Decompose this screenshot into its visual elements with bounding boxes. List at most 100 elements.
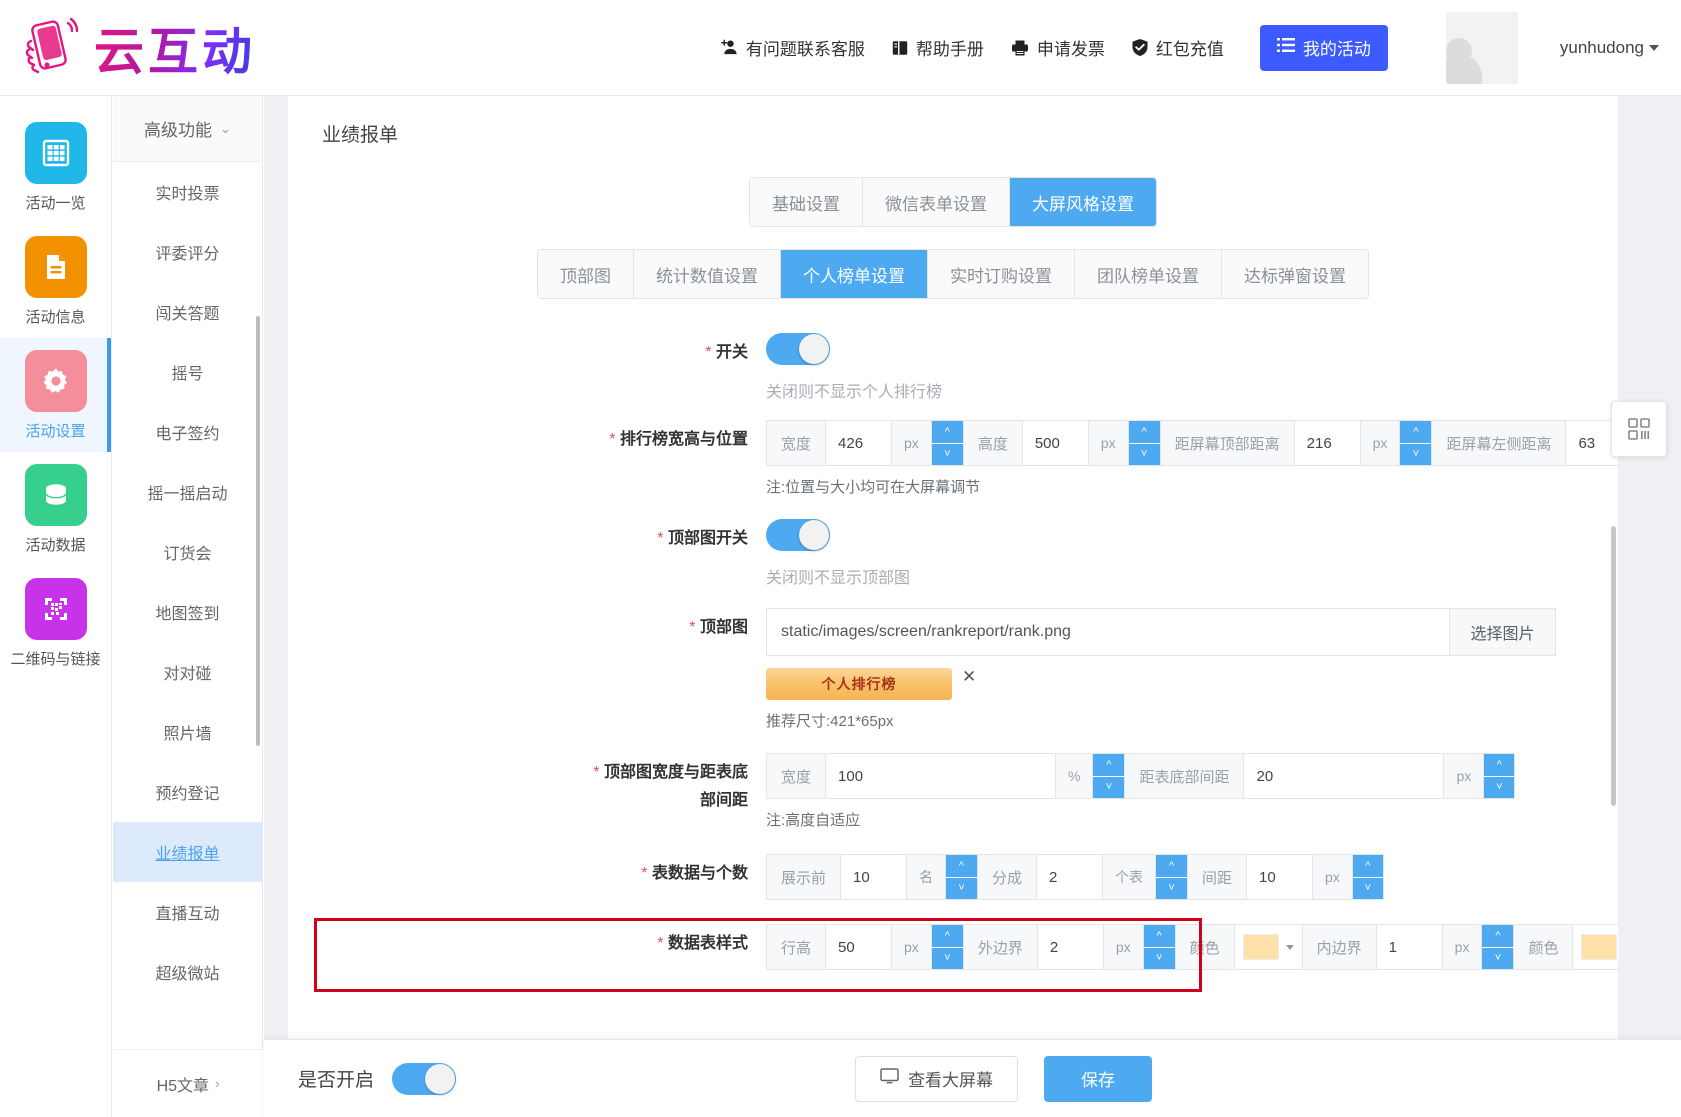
top-offset-addon: 距屏幕顶部距离	[1159, 420, 1294, 466]
spinner-down-icon[interactable]: ˅	[1484, 776, 1515, 798]
outer-border-spinner[interactable]: ^ ˅	[1142, 924, 1175, 970]
menu-item-super-microsite[interactable]: 超级微站	[113, 942, 262, 1002]
spinner-down-icon[interactable]: ˅	[931, 947, 963, 969]
menu-item-photo-wall[interactable]: 照片墙	[113, 702, 262, 762]
spinner-up-icon[interactable]: ^	[1093, 754, 1125, 777]
choose-image-button[interactable]: 选择图片	[1450, 608, 1556, 656]
split-into-input[interactable]: 2	[1036, 854, 1103, 900]
menu-item-h5-article[interactable]: H5文章 ›	[113, 1049, 263, 1117]
sidebar-item-qrcode-links[interactable]: 二维码与链接	[0, 566, 111, 680]
primary-tabs: 基础设置 微信表单设置 大屏风格设置	[288, 177, 1618, 227]
row-height-input[interactable]: 50	[825, 924, 892, 970]
spinner-down-icon[interactable]: ˅	[946, 877, 978, 899]
menu-header-advanced[interactable]: 高级功能 ⌄	[113, 96, 262, 162]
width-input[interactable]: 426	[825, 420, 892, 466]
sidebar-item-activity-data[interactable]: 活动数据	[0, 452, 111, 566]
spinner-up-icon[interactable]: ^	[931, 925, 963, 948]
height-input[interactable]: 500	[1021, 420, 1088, 466]
show-top-input[interactable]: 10	[840, 854, 907, 900]
row-height-spinner[interactable]: ^ ˅	[930, 924, 963, 970]
menu-item-esign[interactable]: 电子签约	[113, 402, 262, 462]
gap-input[interactable]: 10	[1246, 854, 1313, 900]
tab-personal-ranking[interactable]: 个人榜单设置	[781, 250, 928, 298]
menu-item-order-meeting[interactable]: 订货会	[113, 522, 262, 582]
gap-unit: px	[1312, 854, 1352, 900]
tab-wechat-form-settings[interactable]: 微信表单设置	[863, 178, 1010, 226]
outer-border-input[interactable]: 2	[1036, 924, 1103, 970]
spinner-up-icon[interactable]: ^	[1352, 855, 1383, 878]
spinner-up-icon[interactable]: ^	[1156, 855, 1188, 878]
nav-contact-support[interactable]: 有问题联系客服	[720, 35, 865, 60]
spinner-down-icon[interactable]: ˅	[931, 443, 963, 465]
avatar[interactable]	[1445, 11, 1518, 84]
tab-achievement-popup[interactable]: 达标弹窗设置	[1222, 250, 1368, 298]
spinner-down-icon[interactable]: ˅	[1093, 776, 1125, 798]
spinner-down-icon[interactable]: ˅	[1352, 877, 1383, 899]
my-activity-button[interactable]: 我的活动	[1259, 24, 1388, 71]
nav-redpacket-recharge[interactable]: 红包充值	[1131, 35, 1224, 60]
sidebar-item-activity-list[interactable]: 活动一览	[0, 110, 111, 224]
spinner-up-icon[interactable]: ^	[1143, 925, 1175, 948]
menu-item-match-game[interactable]: 对对碰	[113, 642, 262, 702]
spinner-down-icon[interactable]: ˅	[1156, 877, 1188, 899]
username-menu[interactable]: yunhudong	[1560, 38, 1659, 58]
gap-spinner[interactable]: ^ ˅	[1351, 854, 1384, 900]
color-swatch	[1242, 934, 1279, 960]
height-spinner[interactable]: ^ ˅	[1127, 420, 1160, 466]
menu-item-quiz[interactable]: 闯关答题	[113, 282, 262, 342]
grid-toggle-icon[interactable]	[1611, 401, 1667, 457]
menu-item-lottery[interactable]: 摇号	[113, 342, 262, 402]
spinner-up-icon[interactable]: ^	[1128, 421, 1160, 444]
spinner-down-icon[interactable]: ˅	[1143, 947, 1175, 969]
top-offset-spinner[interactable]: ^ ˅	[1399, 420, 1432, 466]
inner-color-picker[interactable]	[1572, 924, 1618, 970]
close-icon[interactable]: ✕	[962, 668, 976, 685]
menu-item-reservation[interactable]: 预约登记	[113, 762, 262, 822]
menu-item-realtime-vote[interactable]: 实时投票	[113, 162, 262, 222]
top-image-toggle[interactable]	[766, 519, 830, 551]
spinner-up-icon[interactable]: ^	[946, 855, 978, 878]
save-button[interactable]: 保存	[1044, 1055, 1152, 1102]
menu-item-live-interaction[interactable]: 直播互动	[113, 882, 262, 942]
spinner-down-icon[interactable]: ˅	[1400, 443, 1432, 465]
image-path-input[interactable]: static/images/screen/rankreport/rank.png	[766, 608, 1450, 656]
topimg-width-input[interactable]: 100	[825, 753, 1056, 799]
view-bigscreen-button[interactable]: 查看大屏幕	[855, 1055, 1018, 1102]
personal-ranking-toggle[interactable]	[766, 333, 830, 365]
outer-color-picker[interactable]	[1233, 924, 1302, 970]
spinner-down-icon[interactable]: ˅	[1128, 443, 1160, 465]
nav-request-invoice[interactable]: 申请发票	[1010, 35, 1105, 60]
bottom-gap-spinner[interactable]: ^ ˅	[1483, 753, 1516, 799]
tab-team-ranking[interactable]: 团队榜单设置	[1075, 250, 1222, 298]
tab-stat-values[interactable]: 统计数值设置	[634, 250, 781, 298]
content-scrollbar[interactable]	[1611, 526, 1616, 806]
tab-realtime-order[interactable]: 实时订购设置	[928, 250, 1075, 298]
sidebar-item-activity-info[interactable]: 活动信息	[0, 224, 111, 338]
split-into-spinner[interactable]: ^ ˅	[1155, 854, 1188, 900]
menu-scrollbar[interactable]	[256, 316, 260, 746]
inner-border-input[interactable]: 1	[1375, 924, 1442, 970]
sidebar-item-activity-settings[interactable]: 活动设置	[0, 338, 111, 452]
spinner-up-icon[interactable]: ^	[1400, 421, 1432, 444]
top-offset-input[interactable]: 216	[1293, 420, 1360, 466]
tab-top-image[interactable]: 顶部图	[538, 250, 634, 298]
menu-item-performance-report[interactable]: 业绩报单	[113, 822, 262, 882]
topimg-width-spinner[interactable]: ^ ˅	[1092, 753, 1125, 799]
enable-toggle[interactable]	[392, 1062, 457, 1095]
show-top-spinner[interactable]: ^ ˅	[945, 854, 978, 900]
menu-item-shake-start[interactable]: 摇一摇启动	[113, 462, 262, 522]
menu-item-map-checkin[interactable]: 地图签到	[113, 582, 262, 642]
tab-basic-settings[interactable]: 基础设置	[750, 178, 863, 226]
menu-item-judge-score[interactable]: 评委评分	[113, 222, 262, 282]
image-thumbnail[interactable]: 个人排行榜	[766, 668, 952, 700]
width-spinner[interactable]: ^ ˅	[930, 420, 963, 466]
spinner-up-icon[interactable]: ^	[1484, 754, 1515, 777]
bottom-gap-input[interactable]: 20	[1243, 753, 1444, 799]
logo[interactable]: 云互动	[0, 12, 320, 84]
inner-border-spinner[interactable]: ^ ˅	[1481, 924, 1514, 970]
spinner-up-icon[interactable]: ^	[1482, 925, 1514, 948]
tab-bigscreen-style-settings[interactable]: 大屏风格设置	[1010, 178, 1156, 226]
nav-help-manual[interactable]: 帮助手册	[891, 35, 984, 60]
spinner-down-icon[interactable]: ˅	[1482, 947, 1514, 969]
spinner-up-icon[interactable]: ^	[931, 421, 963, 444]
